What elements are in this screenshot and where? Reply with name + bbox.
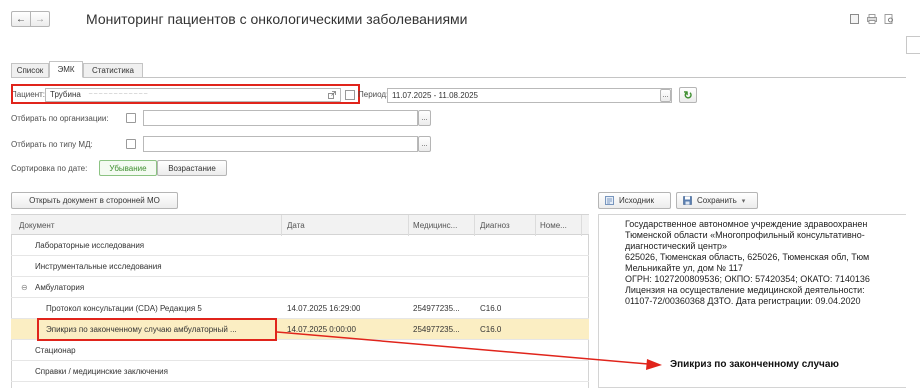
annotation-label: Эпикриз по законченному случаю bbox=[670, 359, 839, 370]
annotation-arrow bbox=[276, 331, 662, 370]
tab-emk[interactable]: ЭМК bbox=[49, 61, 83, 78]
